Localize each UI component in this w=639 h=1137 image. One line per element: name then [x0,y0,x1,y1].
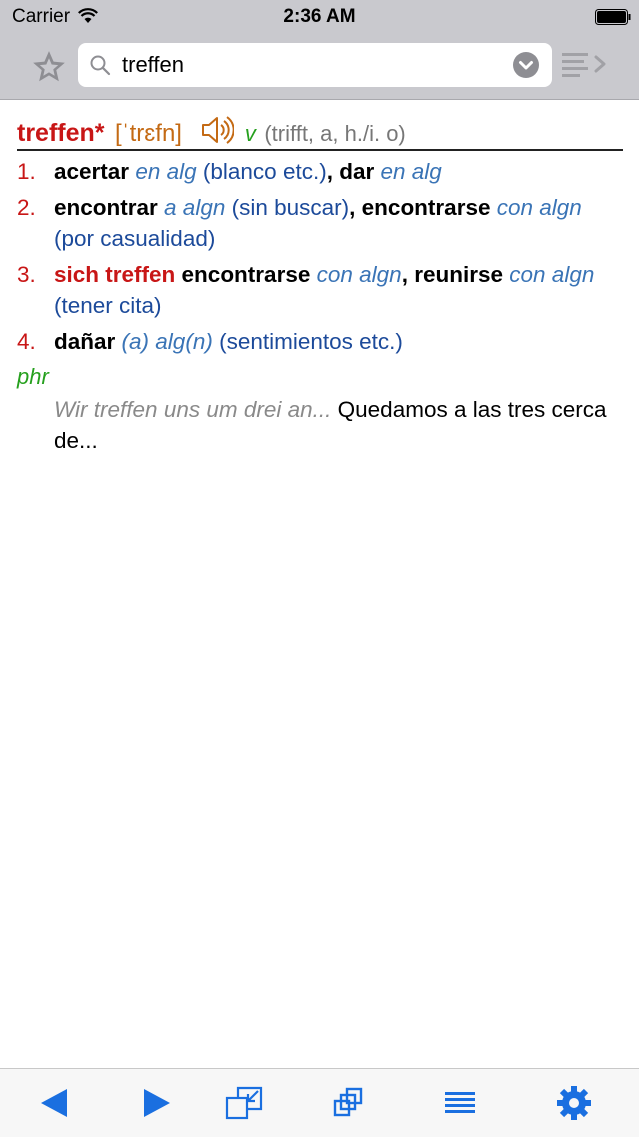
example-sentence: Wir treffen uns um drei an... Quedamos a… [17,394,617,456]
translation-text: reunirse [414,262,504,287]
context-text: con algn [496,195,582,220]
context-text: en alg [135,159,197,184]
sense-number: 3. [17,262,36,287]
translation-text: , [349,195,362,220]
pronunciation: [ˈtrɛfn] [114,120,182,147]
context-text: en alg [380,159,442,184]
translation-text: , [326,159,340,184]
sense-item: 4. dañar (a) alg(n) (sentimientos etc.) [17,326,617,357]
speaker-icon[interactable] [200,115,235,145]
context-text: (a) alg(n) [121,329,213,354]
sense-item: 3. sich treffen encontrarse con algn, reu… [17,259,617,321]
translation-text: acertar [54,159,130,184]
favorite-star-icon[interactable] [30,48,68,86]
gear-icon[interactable] [554,1085,594,1121]
phrase-label: phr [17,364,49,389]
grammar-info: (trifft, a, h./i. o) [264,121,406,146]
translation-text: dar [339,159,375,184]
example-source: Wir treffen uns um drei an... [54,397,332,422]
gloss-text: (sentimientos etc.) [212,329,403,354]
search-icon [90,55,111,76]
translation-text: encontrar [54,195,158,220]
list-lines-icon[interactable] [440,1085,480,1121]
bottom-toolbar [0,1068,639,1137]
status-time: 2:36 AM [283,6,356,27]
battery-icon [595,9,631,25]
search-field[interactable]: treffen [78,43,552,87]
phrase-text: sich treffen [54,262,176,287]
windows-icon[interactable] [328,1085,368,1121]
chevron-down-icon[interactable] [512,51,540,79]
gloss-text: (tener cita) [54,293,162,318]
gloss-text: (sin buscar) [225,195,350,220]
headword: treffen* [17,119,105,147]
search-bar: treffen [0,40,639,100]
sense-item: 1. acertar en alg (blanco etc.), dar en a… [17,156,617,187]
sense-item: 2. encontrar a algn (sin buscar), encontr… [17,192,617,254]
list-arrow-icon[interactable] [560,49,610,81]
context-text: a algn [164,195,226,220]
part-of-speech: v [244,121,256,146]
gloss-text: (blanco etc.) [196,159,327,184]
gloss-text: (por casualidad) [54,226,216,251]
sense-number: 1. [17,159,36,184]
forward-arrow-icon[interactable] [136,1085,176,1121]
senses-list: 1. acertar en alg (blanco etc.), dar en a… [17,156,617,456]
sense-number: 2. [17,195,36,220]
search-input[interactable]: treffen [122,52,184,78]
status-bar: Carrier 2:36 AM [0,0,639,40]
back-arrow-icon[interactable] [35,1085,75,1121]
translation-text: dañar [54,329,116,354]
window-shrink-icon[interactable] [224,1085,264,1121]
context-text: con algn [509,262,595,287]
context-text: con algn [316,262,402,287]
entry-headline: treffen* [ˈtrɛfn] v (trifft, a, h./i. o) [17,115,623,151]
translation-text: encontrarse [361,195,491,220]
translation-text: , [401,262,415,287]
translation-text: encontrarse [181,262,311,287]
sense-number: 4. [17,329,36,354]
